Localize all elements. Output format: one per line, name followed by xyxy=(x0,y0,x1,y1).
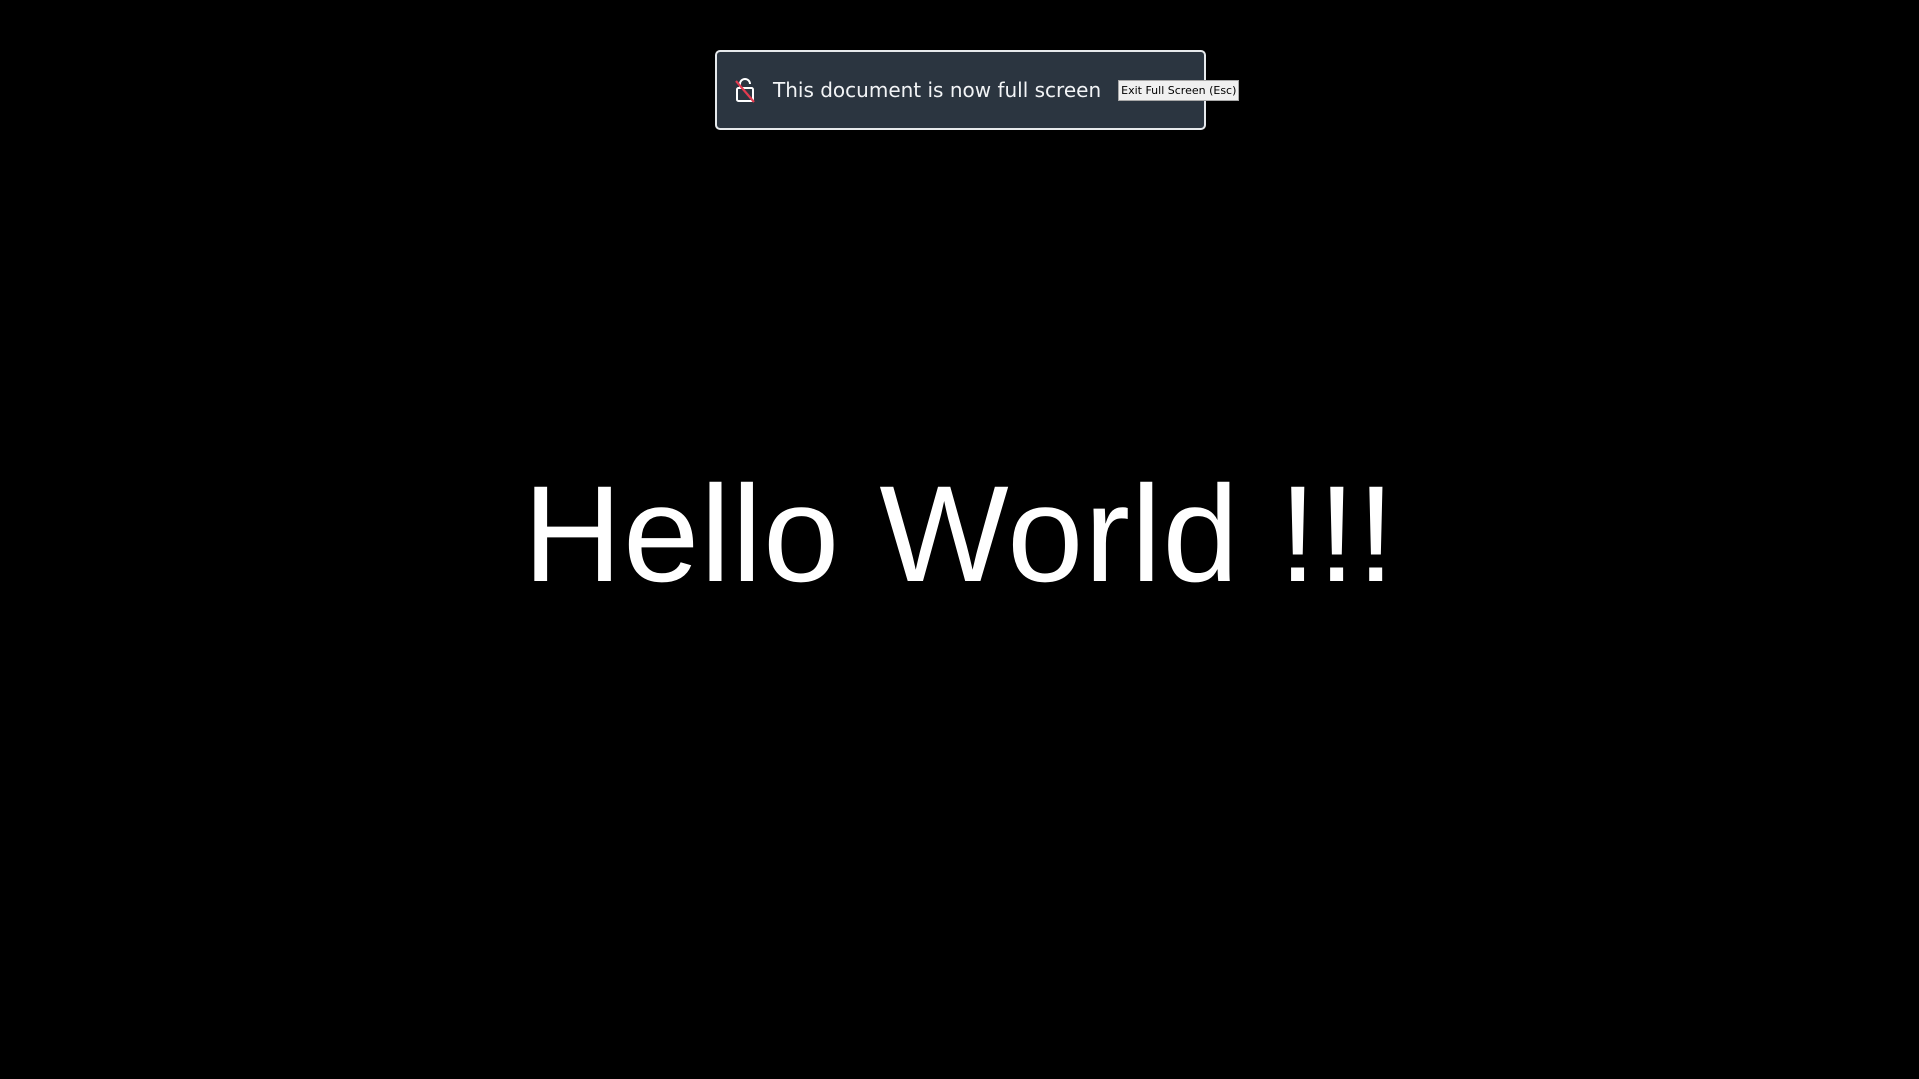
fullscreen-notification: This document is now full screen Exit Fu… xyxy=(715,50,1240,130)
fullscreen-message: This document is now full screen xyxy=(773,78,1102,102)
exit-fullscreen-button[interactable]: Exit Full Screen (Esc) xyxy=(1118,79,1240,101)
fullscreen-lock-icon xyxy=(734,75,756,105)
page-heading: Hello World !!! xyxy=(523,458,1396,611)
